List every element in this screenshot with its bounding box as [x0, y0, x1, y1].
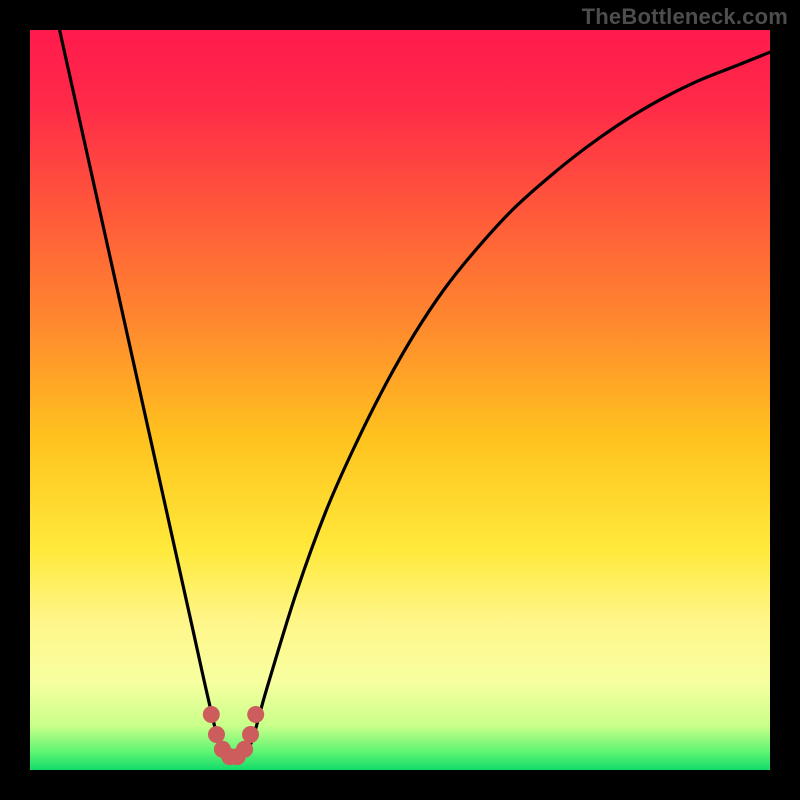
- outer-frame: TheBottleneck.com: [0, 0, 800, 800]
- optimum-marker: [242, 726, 259, 743]
- watermark-label: TheBottleneck.com: [582, 4, 788, 30]
- optimum-marker: [247, 706, 264, 723]
- optimum-marker: [236, 741, 253, 758]
- bottleneck-chart: [30, 30, 770, 770]
- optimum-marker: [208, 726, 225, 743]
- chart-container: [30, 30, 770, 770]
- optimum-marker: [203, 706, 220, 723]
